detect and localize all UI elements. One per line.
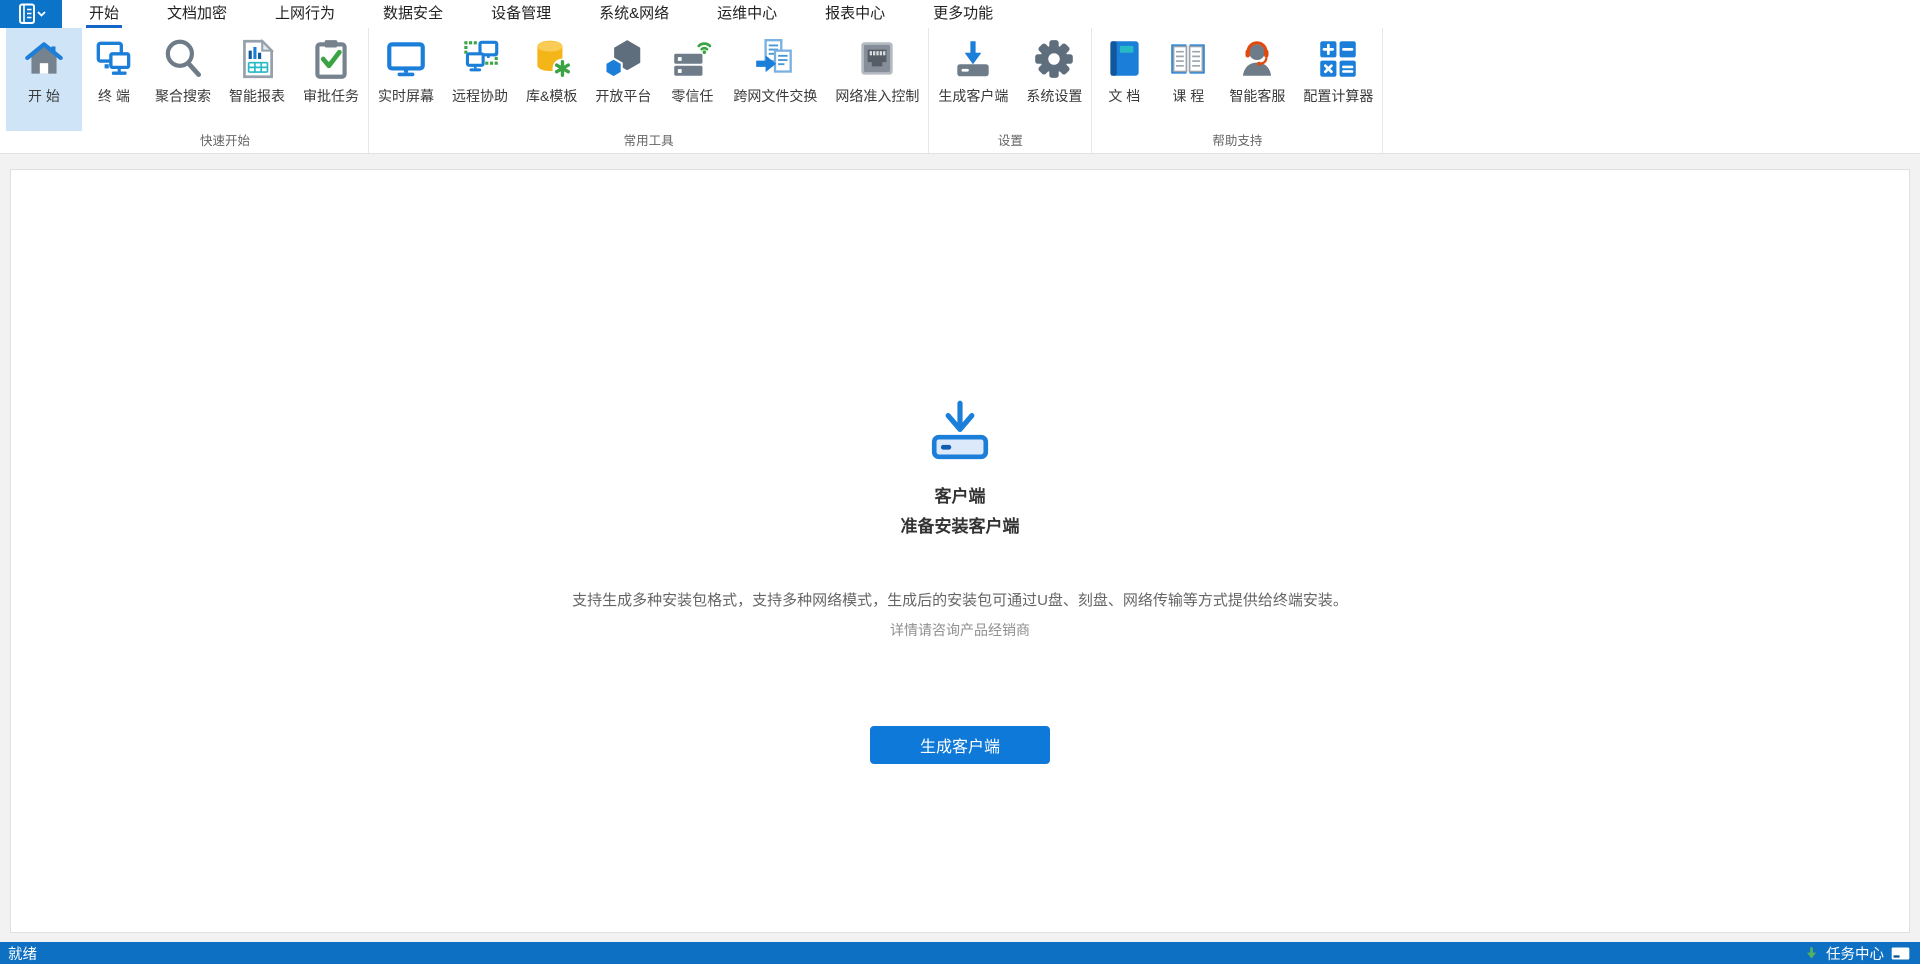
- ribbon-item[interactable]: 实时屏幕: [369, 28, 443, 131]
- ribbon-item-label: 库&模板: [526, 88, 578, 104]
- zerotrust-icon: [669, 36, 715, 82]
- ribbon-item[interactable]: 开 始: [6, 28, 82, 131]
- ribbon-item-label: 终 端: [98, 88, 130, 104]
- page-title: 客户端: [934, 487, 986, 506]
- ribbon-item[interactable]: 配置计算器: [1294, 28, 1382, 131]
- ribbon-item-label: 智能客服: [1229, 88, 1286, 104]
- course-icon: [1165, 36, 1211, 82]
- service-icon: [1234, 36, 1280, 82]
- ribbon-item-label: 课 程: [1172, 88, 1205, 104]
- ribbon-item-label: 配置计算器: [1303, 88, 1374, 104]
- status-ready-text: 就绪: [8, 946, 37, 963]
- menu-bar: 开始 文档加密 上网行为 数据安全 设备管理 系统&网络 运维中心 报表中心 更多功能: [0, 0, 1920, 28]
- ribbon-item-label: 生成客户端: [938, 88, 1009, 104]
- ribbon-toolbar: 开 始 终 端 聚合搜索 智能报表 审批任务快速开始 实时屏幕 远程协助 库&模板 开放平台 零信…: [0, 28, 1920, 154]
- main-panel: 客户端 准备安装客户端 支持生成多种安装包格式，支持多种网络模式，生成后的安装包…: [10, 169, 1910, 933]
- screen-icon: [383, 36, 429, 82]
- settings-icon: [1031, 36, 1077, 82]
- terminal-icon: [91, 36, 137, 82]
- report-icon: [234, 36, 280, 82]
- download-arrow-icon: [1804, 946, 1819, 961]
- ribbon-group-label: 帮助支持: [1212, 134, 1263, 148]
- content-area: 客户端 准备安装客户端 支持生成多种安装包格式，支持多种网络模式，生成后的安装包…: [0, 155, 1920, 942]
- ribbon-group-label: 快速开始: [199, 134, 250, 148]
- download-icon: [11, 400, 1909, 467]
- search-icon: [160, 36, 206, 82]
- ribbon-item[interactable]: 库&模板: [517, 28, 586, 131]
- ribbon-item[interactable]: 系统设置: [1017, 28, 1091, 131]
- ribbon-item-label: 文 档: [1108, 88, 1141, 104]
- exchange-icon: [752, 36, 798, 82]
- menu-tab-3[interactable]: 上网行为: [272, 0, 338, 28]
- ribbon-item-label: 实时屏幕: [378, 88, 434, 104]
- ribbon-item-label: 开放平台: [595, 88, 652, 104]
- menu-tab-6[interactable]: 系统&网络: [596, 0, 672, 28]
- ribbon-item-label: 聚合搜索: [155, 88, 211, 104]
- ribbon-group: 终 端 聚合搜索 智能报表 审批任务快速开始: [82, 28, 369, 153]
- ribbon-item-label: 网络准入控制: [835, 88, 920, 104]
- home-icon: [21, 36, 67, 82]
- generate-client-button[interactable]: 生成客户端: [870, 726, 1050, 764]
- ribbon-item[interactable]: 网络准入控制: [826, 28, 928, 131]
- ribbon-item[interactable]: 开放平台: [586, 28, 660, 131]
- menu-tab-4[interactable]: 数据安全: [380, 0, 446, 28]
- ribbon-item-label: 远程协助: [452, 88, 508, 104]
- menu-tab-5[interactable]: 设备管理: [488, 0, 554, 28]
- task-center-link[interactable]: 任务中心: [1826, 943, 1884, 964]
- note-text: 详情请咨询产品经销商: [890, 622, 1030, 638]
- ribbon-group: 文 档 课 程 智能客服 配置计算器帮助支持: [1092, 28, 1384, 153]
- ribbon-item-label: 审批任务: [303, 88, 359, 104]
- genclient-icon: [950, 36, 996, 82]
- remote-icon: [457, 36, 503, 82]
- nac-icon: [854, 36, 900, 82]
- ribbon-item[interactable]: 跨网文件交换: [724, 28, 826, 131]
- platform-icon: [600, 36, 646, 82]
- ribbon-item[interactable]: 终 端: [82, 28, 146, 131]
- ribbon-item[interactable]: 审批任务: [294, 28, 368, 131]
- doc-icon: [1101, 36, 1147, 82]
- app-menu-icon: [14, 3, 48, 25]
- menu-tab-1[interactable]: 开始: [86, 0, 123, 28]
- status-bar: 就绪 任务中心: [0, 942, 1920, 964]
- ribbon-group-label: 设置: [997, 134, 1023, 148]
- ribbon-item-label: 开 始: [28, 88, 60, 104]
- page-subtitle: 准备安装客户端: [900, 517, 1020, 536]
- library-icon: [529, 36, 575, 82]
- ribbon-group-label: [6, 131, 82, 153]
- menu-tab-2[interactable]: 文档加密: [164, 0, 230, 28]
- ribbon-item-label: 智能报表: [229, 88, 285, 104]
- menu-tabs: 开始 文档加密 上网行为 数据安全 设备管理 系统&网络 运维中心 报表中心 更多功能: [86, 0, 996, 28]
- ribbon-item[interactable]: 智能客服: [1220, 28, 1294, 131]
- ribbon-group-label: 常用工具: [623, 134, 674, 148]
- ribbon-item-label: 零信任: [671, 88, 714, 104]
- ribbon-item[interactable]: 聚合搜索: [146, 28, 220, 131]
- approve-icon: [308, 36, 354, 82]
- ribbon-item[interactable]: 智能报表: [220, 28, 294, 131]
- ribbon-item-label: 跨网文件交换: [733, 88, 818, 104]
- ribbon-item[interactable]: 课 程: [1156, 28, 1220, 131]
- ribbon-item[interactable]: 远程协助: [443, 28, 517, 131]
- ribbon-group: 生成客户端 系统设置设置: [929, 28, 1093, 153]
- menu-tab-7[interactable]: 运维中心: [714, 0, 780, 28]
- monitor-icon[interactable]: [1891, 946, 1910, 960]
- ribbon-item[interactable]: 零信任: [660, 28, 724, 131]
- ribbon-group: 开 始: [6, 28, 82, 153]
- ribbon-item[interactable]: 文 档: [1092, 28, 1156, 131]
- ribbon-item[interactable]: 生成客户端: [929, 28, 1017, 131]
- menu-tab-9[interactable]: 更多功能: [930, 0, 996, 28]
- description-text: 支持生成多种安装包格式，支持多种网络模式，生成后的安装包可通过U盘、刻盘、网络传…: [572, 592, 1348, 609]
- menu-tab-8[interactable]: 报表中心: [822, 0, 888, 28]
- calc-icon: [1315, 36, 1361, 82]
- ribbon-group: 实时屏幕 远程协助 库&模板 开放平台 零信任 跨网文件交换 网络准入控制常用工具: [369, 28, 930, 153]
- ribbon-item-label: 系统设置: [1026, 88, 1083, 104]
- app-menu-button[interactable]: [0, 0, 62, 28]
